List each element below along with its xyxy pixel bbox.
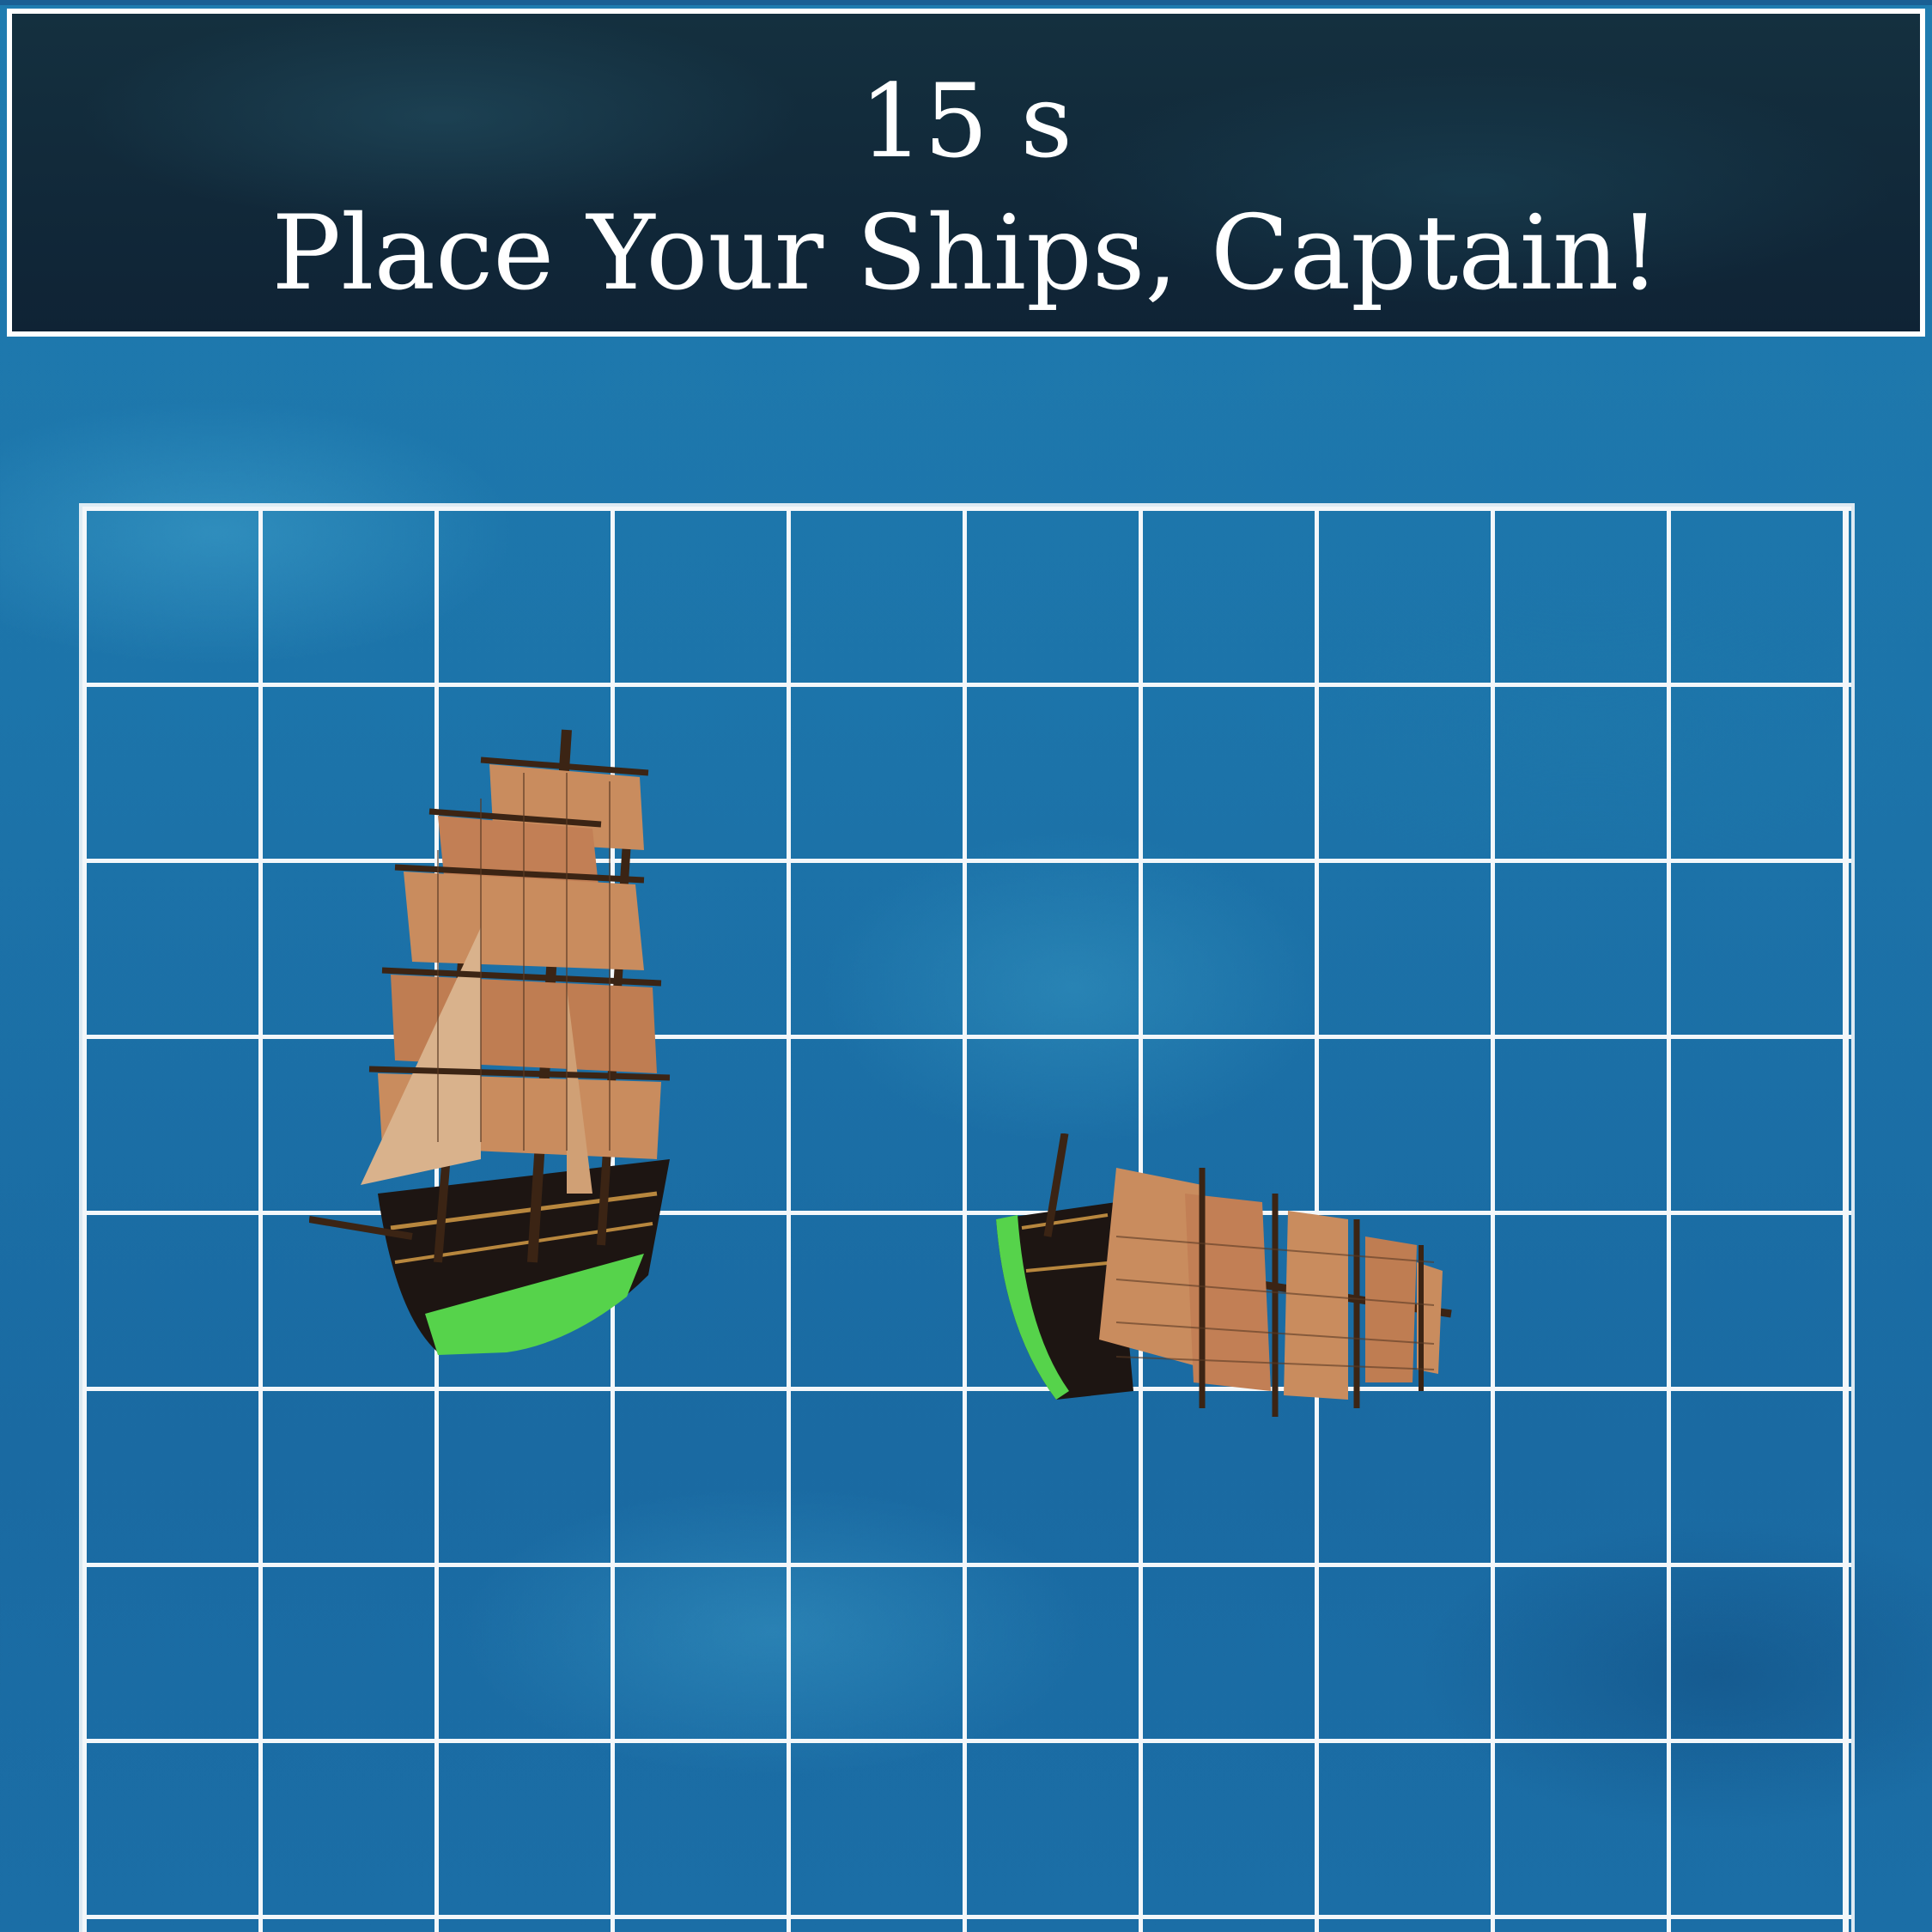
placement-banner: 15 s Place Your Ships, Captain! <box>7 9 1925 337</box>
grid-right-edge <box>1844 507 1849 1932</box>
sailing-ship-icon <box>309 729 671 1355</box>
placement-title: Place Your Ships, Captain! <box>271 194 1661 313</box>
ship-2[interactable] <box>987 1133 1468 1443</box>
ship-1[interactable] <box>309 713 721 1365</box>
sailing-ship-icon <box>996 1133 1452 1417</box>
countdown-timer: 15 s <box>859 62 1073 180</box>
top-border <box>0 0 1932 5</box>
